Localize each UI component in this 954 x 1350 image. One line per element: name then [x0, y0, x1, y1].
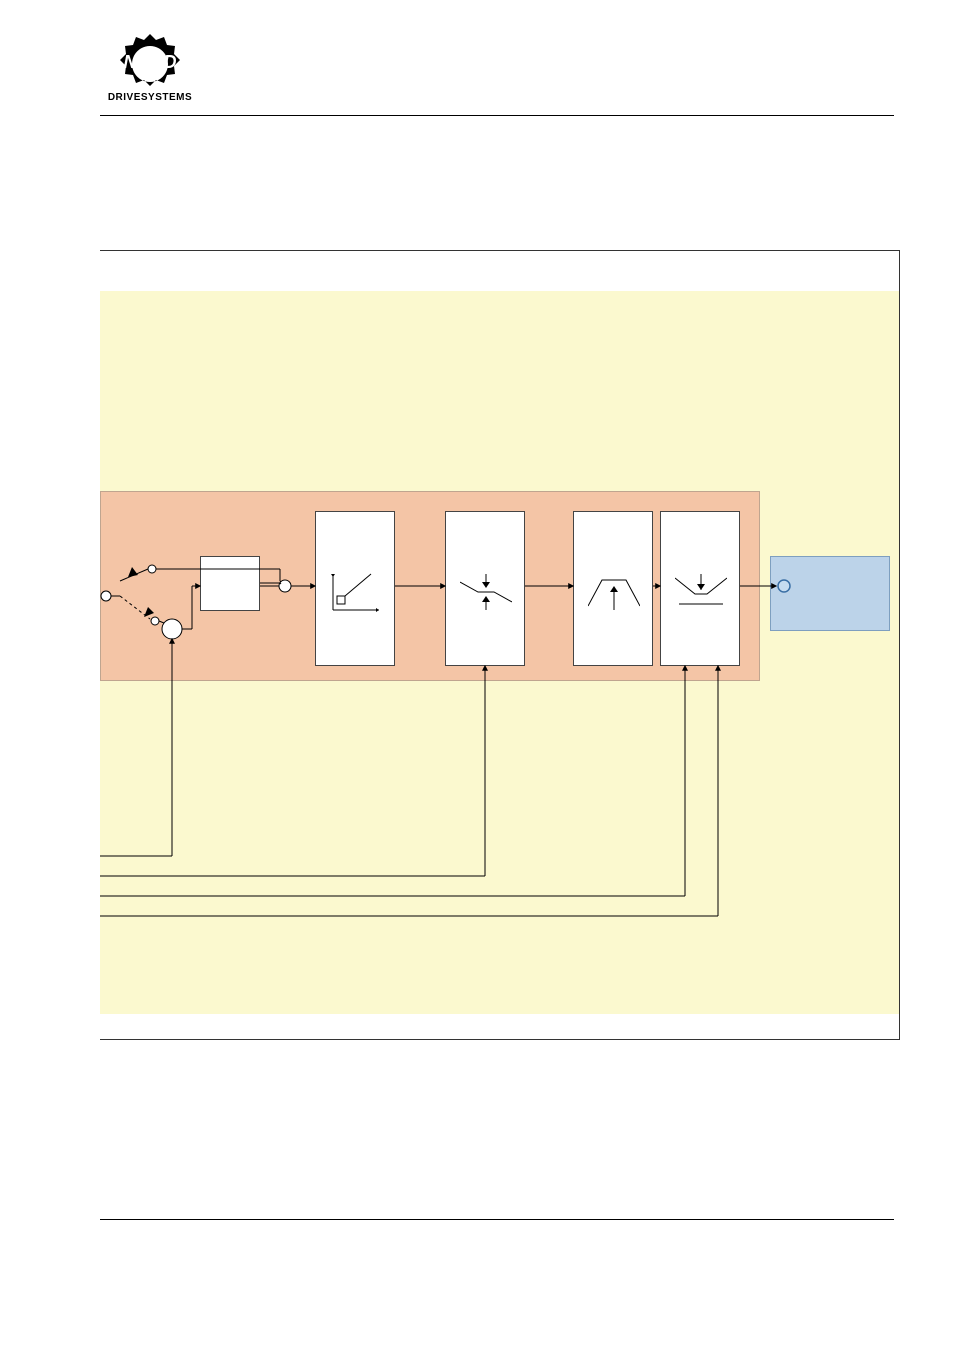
nord-logo: NORD DRIVESYSTEMS	[100, 30, 200, 103]
limiter-block	[660, 511, 740, 666]
clamp-block	[445, 511, 525, 666]
logo-subtitle: DRIVESYSTEMS	[100, 92, 200, 103]
header-divider	[100, 115, 894, 116]
output-block	[770, 556, 890, 631]
deadband-block	[315, 511, 395, 666]
ramp-block	[573, 511, 653, 666]
logo-brand-text: NORD	[124, 52, 177, 72]
pi-controller-block	[200, 556, 260, 611]
footer-divider	[100, 1219, 894, 1220]
diagram-frame	[100, 250, 900, 1040]
